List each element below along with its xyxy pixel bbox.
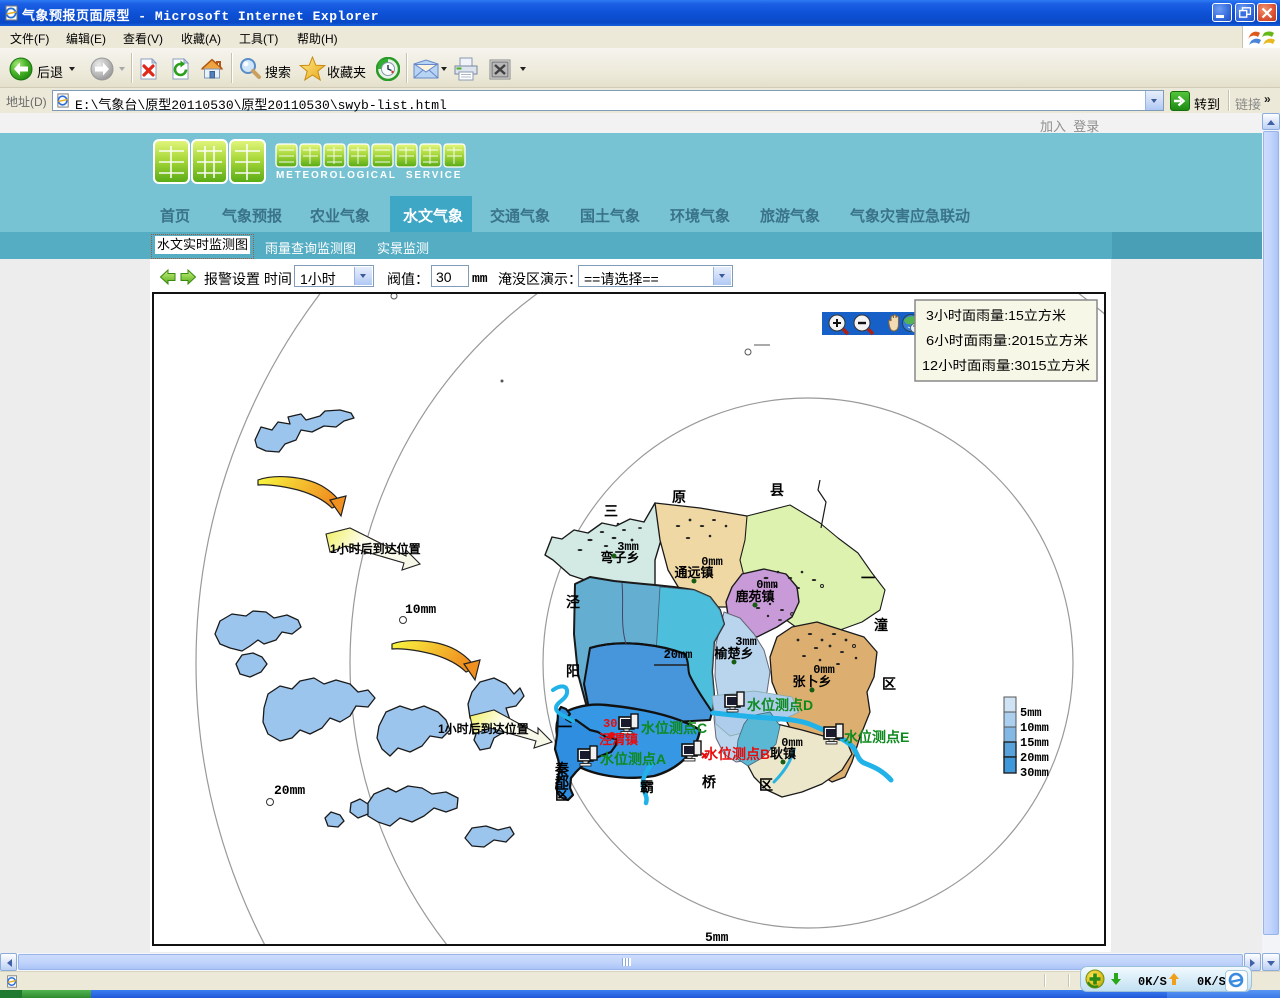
svg-text:10mm: 10mm: [405, 602, 436, 617]
svg-text:20mm: 20mm: [1020, 751, 1049, 765]
svg-text:霸: 霸: [640, 779, 654, 795]
svg-text:1小时后到达位置: 1小时后到达位置: [330, 541, 421, 556]
svg-text:20mm: 20mm: [664, 648, 693, 662]
svg-text:20mm: 20mm: [274, 783, 305, 798]
svg-text:泾: 泾: [566, 594, 580, 610]
svg-text:县: 县: [770, 482, 784, 498]
svg-text:0mm: 0mm: [701, 555, 723, 569]
svg-text:阳: 阳: [566, 663, 580, 679]
svg-text:一: 一: [861, 570, 875, 586]
svg-text:3小时面雨量:15立方米: 3小时面雨量:15立方米: [926, 308, 1066, 323]
svg-text:三: 三: [604, 503, 618, 519]
svg-text:区: 区: [759, 777, 773, 793]
svg-text:3mm: 3mm: [617, 540, 639, 554]
svg-text:水位测点E: 水位测点E: [844, 729, 909, 745]
svg-text:3mm: 3mm: [735, 635, 757, 649]
svg-text:桥: 桥: [702, 774, 717, 790]
svg-text:水位测点D: 水位测点D: [747, 697, 813, 713]
svg-text:0mm: 0mm: [813, 663, 835, 677]
svg-text:0mm: 0mm: [781, 736, 803, 750]
svg-text:一: 一: [558, 719, 572, 735]
svg-text:水位测点B: 水位测点B: [704, 746, 770, 762]
svg-text:区: 区: [882, 676, 896, 692]
svg-text:5mm: 5mm: [1020, 706, 1042, 720]
svg-text:30mm: 30mm: [1020, 766, 1049, 780]
svg-text:6小时面雨量:2015立方米: 6小时面雨量:2015立方米: [926, 333, 1088, 348]
svg-text:水位测点A: 水位测点A: [600, 751, 666, 767]
svg-text:METEOROLOGICAL SERVICE: METEOROLOGICAL SERVICE: [276, 170, 462, 181]
svg-text:泾渭镇: 泾渭镇: [599, 732, 638, 747]
svg-text:1小时后到达位置: 1小时后到达位置: [438, 721, 529, 736]
svg-text:10mm: 10mm: [1020, 721, 1049, 735]
svg-text:水位测点C: 水位测点C: [641, 720, 707, 736]
svg-text:0mm: 0mm: [756, 578, 778, 592]
svg-text:12小时面雨量:3015立方米: 12小时面雨量:3015立方米: [922, 358, 1090, 373]
svg-text:潼: 潼: [874, 617, 888, 633]
svg-text:15mm: 15mm: [1020, 736, 1049, 750]
svg-text:原: 原: [672, 489, 686, 505]
svg-text:区: 区: [555, 787, 569, 803]
svg-text:30: 30: [603, 717, 617, 731]
svg-text:5mm: 5mm: [705, 930, 729, 944]
